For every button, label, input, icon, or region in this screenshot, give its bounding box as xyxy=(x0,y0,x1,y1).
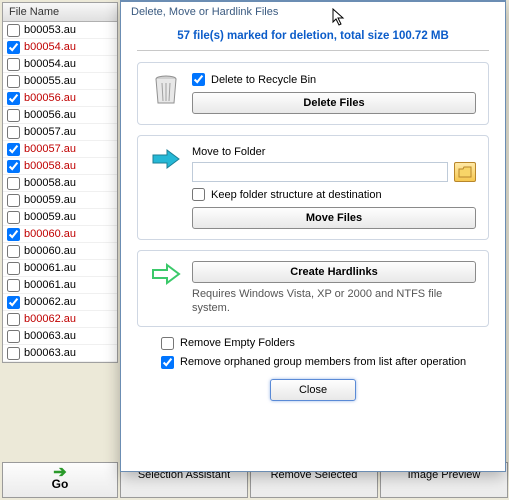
move-folder-input[interactable] xyxy=(192,162,448,182)
file-row[interactable]: b00054.au xyxy=(3,39,117,56)
file-checkbox[interactable] xyxy=(7,58,20,71)
file-name-label: b00057.au xyxy=(24,143,76,155)
file-checkbox[interactable] xyxy=(7,160,20,173)
file-checkbox[interactable] xyxy=(7,126,20,139)
file-row[interactable]: b00061.au xyxy=(3,260,117,277)
summary-text: 57 file(s) marked for deletion, total si… xyxy=(137,30,489,42)
file-name-label: b00058.au xyxy=(24,160,76,172)
file-checkbox[interactable] xyxy=(7,296,20,309)
trash-icon xyxy=(152,75,180,105)
file-checkbox[interactable] xyxy=(7,143,20,156)
delete-group: Delete to Recycle Bin Delete Files xyxy=(137,62,489,125)
file-row[interactable]: b00057.au xyxy=(3,141,117,158)
move-folder-label: Move to Folder xyxy=(192,146,476,158)
file-row[interactable]: b00057.au xyxy=(3,124,117,141)
file-checkbox[interactable] xyxy=(7,75,20,88)
file-checkbox[interactable] xyxy=(7,347,20,360)
file-checkbox[interactable] xyxy=(7,228,20,241)
file-row[interactable]: b00053.au xyxy=(3,22,117,39)
file-row[interactable]: b00059.au xyxy=(3,192,117,209)
file-checkbox[interactable] xyxy=(7,24,20,37)
file-row[interactable]: b00060.au xyxy=(3,226,117,243)
file-checkbox[interactable] xyxy=(7,92,20,105)
file-name-label: b00059.au xyxy=(24,211,76,223)
file-name-label: b00061.au xyxy=(24,279,76,291)
file-name-label: b00063.au xyxy=(24,330,76,342)
hardlink-group: Create Hardlinks Requires Windows Vista,… xyxy=(137,250,489,327)
file-list-panel: File Name b00053.aub00054.aub00054.aub00… xyxy=(2,2,118,363)
keep-structure-checkbox[interactable] xyxy=(192,188,205,201)
move-files-button[interactable]: Move Files xyxy=(192,207,476,229)
file-name-label: b00060.au xyxy=(24,228,76,240)
file-name-label: b00057.au xyxy=(24,126,76,138)
folder-icon xyxy=(458,166,472,178)
file-name-label: b00055.au xyxy=(24,75,76,87)
file-list: b00053.au b00054.au b00054.au b00055.au b000… xyxy=(3,22,117,362)
file-row[interactable]: b00063.au xyxy=(3,345,117,362)
file-checkbox[interactable] xyxy=(7,313,20,326)
remove-empty-checkbox[interactable] xyxy=(161,337,174,350)
file-row[interactable]: b00054.au xyxy=(3,56,117,73)
file-checkbox[interactable] xyxy=(7,262,20,275)
file-row[interactable]: b00056.au xyxy=(3,107,117,124)
file-row[interactable]: b00061.au xyxy=(3,277,117,294)
file-row[interactable]: b00059.au xyxy=(3,209,117,226)
file-checkbox[interactable] xyxy=(7,279,20,292)
file-name-label: b00062.au xyxy=(24,296,76,308)
file-name-label: b00060.au xyxy=(24,245,76,257)
file-row[interactable]: b00062.au xyxy=(3,311,117,328)
file-checkbox[interactable] xyxy=(7,245,20,258)
remove-empty-checkbox-row[interactable]: Remove Empty Folders xyxy=(161,337,489,350)
file-checkbox[interactable] xyxy=(7,109,20,122)
file-name-label: b00054.au xyxy=(24,41,76,53)
close-button[interactable]: Close xyxy=(270,379,356,401)
file-name-label: b00054.au xyxy=(24,58,76,70)
file-name-label: b00053.au xyxy=(24,24,76,36)
file-row[interactable]: b00058.au xyxy=(3,175,117,192)
file-name-label: b00056.au xyxy=(24,92,76,104)
file-name-label: b00061.au xyxy=(24,262,76,274)
file-name-label: b00058.au xyxy=(24,177,76,189)
move-group: Move to Folder Keep folder structure at … xyxy=(137,135,489,240)
file-checkbox[interactable] xyxy=(7,41,20,54)
go-button[interactable]: ➔ Go xyxy=(2,462,118,498)
file-name-label: b00056.au xyxy=(24,109,76,121)
delete-recycle-checkbox-row[interactable]: Delete to Recycle Bin xyxy=(192,73,476,86)
delete-recycle-checkbox[interactable] xyxy=(192,73,205,86)
file-name-label: b00059.au xyxy=(24,194,76,206)
dialog-title: Delete, Move or Hardlink Files xyxy=(121,2,505,22)
file-row[interactable]: b00055.au xyxy=(3,73,117,90)
file-row[interactable]: b00060.au xyxy=(3,243,117,260)
file-checkbox[interactable] xyxy=(7,330,20,343)
remove-orphaned-checkbox-row[interactable]: Remove orphaned group members from list … xyxy=(161,356,489,369)
arrow-right-icon xyxy=(151,148,181,170)
file-checkbox[interactable] xyxy=(7,211,20,224)
file-list-header[interactable]: File Name xyxy=(3,3,117,22)
file-row[interactable]: b00058.au xyxy=(3,158,117,175)
delete-move-hardlink-dialog: Delete, Move or Hardlink Files 57 file(s… xyxy=(120,0,506,472)
hardlink-note: Requires Windows Vista, XP or 2000 and N… xyxy=(192,287,476,316)
keep-structure-checkbox-row[interactable]: Keep folder structure at destination xyxy=(192,188,476,201)
remove-orphaned-checkbox[interactable] xyxy=(161,356,174,369)
divider xyxy=(137,50,489,52)
file-row[interactable]: b00056.au xyxy=(3,90,117,107)
file-name-label: b00062.au xyxy=(24,313,76,325)
arrow-right-icon: ➔ xyxy=(13,469,107,477)
browse-folder-button[interactable] xyxy=(454,162,476,182)
file-checkbox[interactable] xyxy=(7,177,20,190)
file-name-label: b00063.au xyxy=(24,347,76,359)
create-hardlinks-button[interactable]: Create Hardlinks xyxy=(192,261,476,283)
link-arrow-icon xyxy=(151,263,181,285)
footer-options: Remove Empty Folders Remove orphaned gro… xyxy=(161,337,489,369)
file-checkbox[interactable] xyxy=(7,194,20,207)
file-row[interactable]: b00063.au xyxy=(3,328,117,345)
file-row[interactable]: b00062.au xyxy=(3,294,117,311)
delete-files-button[interactable]: Delete Files xyxy=(192,92,476,114)
